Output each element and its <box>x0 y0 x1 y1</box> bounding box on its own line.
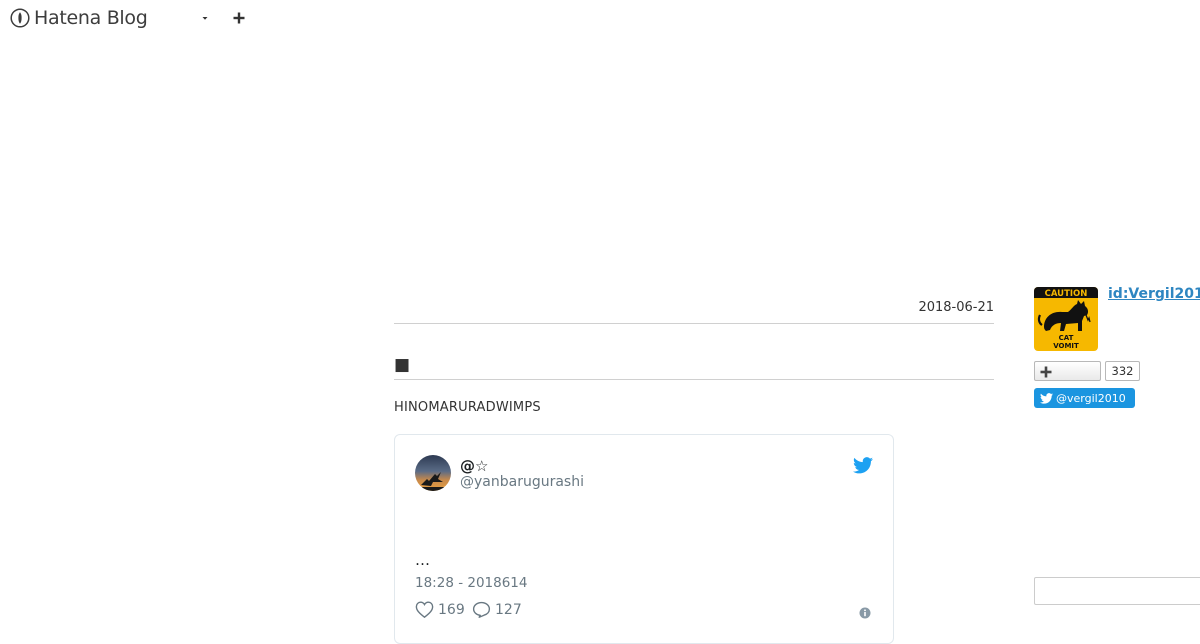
speech-bubble-icon <box>472 601 491 618</box>
logo-text: Hatena Blog <box>34 7 148 29</box>
plus-icon <box>1040 366 1052 378</box>
global-header: Hatena Blog <box>0 0 1200 36</box>
avatar-image <box>415 455 451 491</box>
subscriber-count: 332 <box>1105 361 1140 381</box>
twitter-bird-icon[interactable] <box>853 457 873 474</box>
embedded-tweet: @☆ @yanbarugurashi … 18:28 - 2018614 169… <box>394 434 894 644</box>
entry-date[interactable]: 2018-06-21 <box>918 300 994 315</box>
like-count: 169 <box>438 601 465 618</box>
twitter-bird-icon <box>1040 392 1053 404</box>
search-input[interactable] <box>1034 577 1200 605</box>
twitter-follow-button[interactable]: @vergil2010 <box>1034 388 1135 408</box>
tweet-author-name[interactable]: @☆ <box>460 457 488 475</box>
cat-vomit-caution-image: CAUTION CAT VOMIT <box>1034 287 1098 351</box>
avatar[interactable] <box>415 455 451 491</box>
heart-icon <box>415 601 434 618</box>
hatena-blog-logo[interactable]: Hatena Blog <box>10 6 148 30</box>
tweet-author-handle[interactable]: @yanbarugurashi <box>460 474 584 490</box>
twitter-follow-label: @vergil2010 <box>1056 391 1126 405</box>
hatena-logo-icon <box>10 8 30 28</box>
like-button[interactable]: 169 <box>415 601 465 618</box>
entry-title[interactable]: ■ <box>394 354 410 376</box>
chevron-down-icon[interactable] <box>198 12 212 24</box>
entry-body-text: HINOMARURADWIMPS <box>394 400 541 415</box>
profile-icon[interactable]: CAUTION CAT VOMIT <box>1034 287 1098 351</box>
svg-text:CAT: CAT <box>1059 334 1074 342</box>
subscribe-button[interactable] <box>1034 361 1101 381</box>
caution-label: CAUTION <box>1045 289 1088 299</box>
tweet-timestamp[interactable]: 18:28 - 2018614 <box>415 575 527 591</box>
info-icon[interactable] <box>859 607 871 619</box>
plus-icon[interactable] <box>229 8 249 28</box>
divider <box>394 323 994 324</box>
reply-count: 127 <box>495 601 522 618</box>
divider <box>394 379 994 380</box>
profile-id-link[interactable]: id:Vergil2010 <box>1108 286 1200 302</box>
tweet-text: … <box>415 551 430 569</box>
reply-button[interactable]: 127 <box>472 601 522 618</box>
svg-text:VOMIT: VOMIT <box>1053 342 1079 350</box>
